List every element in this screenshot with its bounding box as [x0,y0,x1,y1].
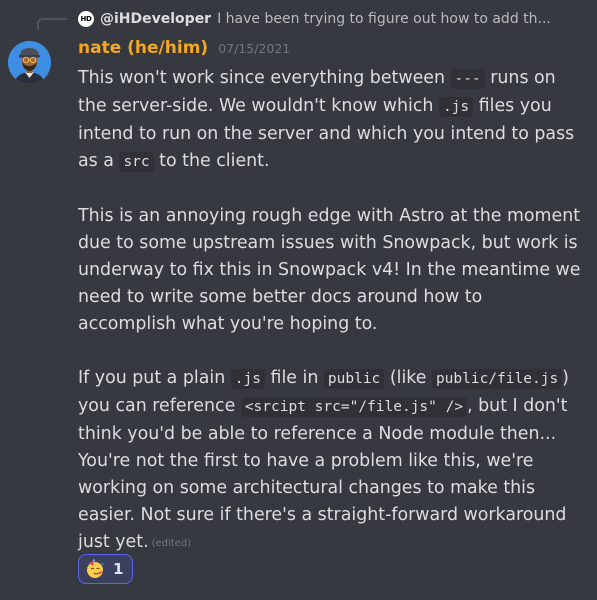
timestamp[interactable]: 07/15/2021 [218,41,290,56]
message-header: nate (he/him) 07/15/2021 [78,38,290,58]
paragraph-3: If you put a plain .js file in public (l… [78,365,583,557]
inline-code: --- [450,69,485,89]
text-segment: This won't work since everything between [78,68,451,88]
edited-label: (edited) [151,538,192,549]
text-segment: If you put a plain [78,368,231,388]
avatar[interactable] [8,41,51,84]
reply-connector-line [37,18,67,30]
text-segment: to the client. [153,151,270,171]
reply-snippet[interactable]: I have been trying to figure out how to … [217,11,551,27]
reaction-count: 1 [113,560,124,578]
message-content: This won't work since everything between… [78,65,583,557]
text-segment: (like [384,368,432,388]
paragraph-1: This won't work since everything between… [78,65,583,176]
inline-code: src [119,152,154,172]
inline-code: public/file.js [431,369,563,389]
reaction-button[interactable]: 1 [78,554,133,584]
text-segment: file in [264,368,324,388]
reply-reference[interactable]: HD @iHDeveloper I have been trying to fi… [78,6,551,32]
chat-message: HD @iHDeveloper I have been trying to fi… [0,0,597,600]
inline-code: .js [230,369,265,389]
reply-avatar[interactable]: HD [78,11,94,27]
inline-code: public [323,369,385,389]
text-segment: , but I don't think you'd be able to ref… [78,396,568,552]
author-name[interactable]: nate (he/him) [78,38,208,58]
reply-username[interactable]: @iHDeveloper [100,11,211,27]
inline-code: .js [438,97,474,117]
paragraph-2: This is an annoying rough edge with Astr… [78,206,581,334]
inline-code: <srcipt src="/file.js" /> [240,397,468,417]
user-avatar-icon [8,41,51,84]
partying-face-icon [86,559,104,578]
